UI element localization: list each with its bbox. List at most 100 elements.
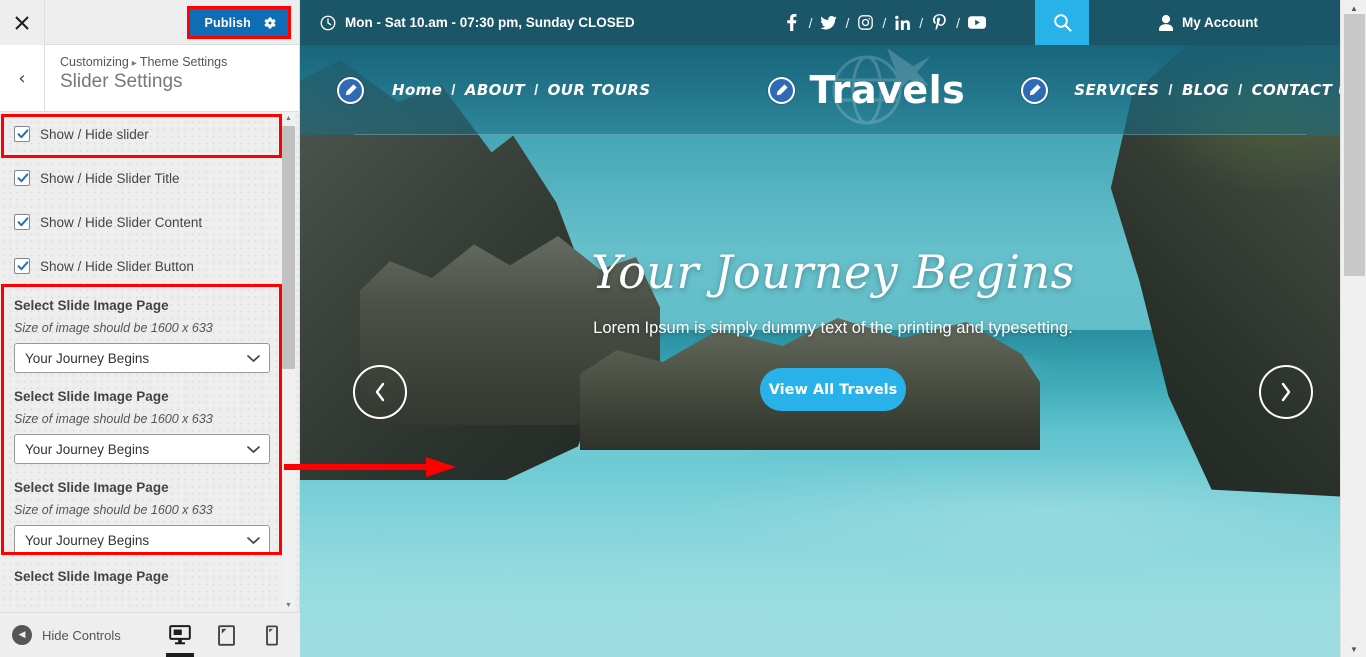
social-separator: / <box>882 14 887 31</box>
linkedin-icon[interactable] <box>892 15 913 30</box>
chevron-down-icon <box>247 442 260 457</box>
slider-prev-button[interactable] <box>353 365 407 419</box>
select-value: Your Journey Begins <box>25 350 150 366</box>
slide-image-page-select-1[interactable]: Your Journey Begins <box>14 343 270 373</box>
check-icon <box>17 261 29 271</box>
publish-button[interactable]: Publish <box>190 9 288 36</box>
publish-highlight-box: Publish <box>187 6 291 39</box>
slide-image-page-select-2[interactable]: Your Journey Begins <box>14 434 270 464</box>
slide-field-title: Select Slide Image Page <box>14 480 169 495</box>
close-icon <box>15 15 29 30</box>
customizer-titles: Customizing ▸ Theme Settings Slider Settin… <box>45 45 227 111</box>
search-button[interactable] <box>1035 0 1090 45</box>
nav-divider <box>354 134 1306 135</box>
checkbox-show-hide-slider-title[interactable] <box>14 170 30 186</box>
checkbox-row-show-hide-slider-title[interactable]: Show / Hide Slider Title <box>0 156 299 200</box>
chevron-right-icon <box>1281 382 1291 402</box>
search-icon <box>1053 14 1072 32</box>
preview-scrollbar[interactable]: ▲ ▼ <box>1340 0 1366 657</box>
hide-controls-button[interactable]: ◀ Hide Controls <box>0 625 121 645</box>
slide-field-title: Select Slide Image Page <box>14 389 169 404</box>
customizer-screen: Publish ‹ Customizing ▸ Theme Settings S… <box>0 0 1366 657</box>
hero-title: Your Journey Begins <box>591 245 1075 299</box>
breadcrumb-parent[interactable]: Theme Settings <box>140 55 228 69</box>
select-value: Your Journey Begins <box>25 532 150 548</box>
social-links: / / / / / <box>782 14 987 31</box>
slide-field-3: Select Slide Image Page Size of image sh… <box>0 470 299 561</box>
instagram-icon[interactable] <box>855 15 876 30</box>
breadcrumb-separator-icon: ▸ <box>131 58 137 69</box>
device-tablet-button[interactable] <box>212 613 240 657</box>
social-separator: / <box>845 14 850 31</box>
hero-content: Your Journey Begins Lorem Ipsum is simpl… <box>300 245 1366 411</box>
back-button[interactable]: ‹ <box>0 45 45 111</box>
scroll-up-arrow-icon[interactable]: ▲ <box>282 112 295 125</box>
customizer-panel: Publish ‹ Customizing ▸ Theme Settings S… <box>0 0 300 657</box>
customizer-controls-scroll[interactable]: Show / Hide slider Show / Hide Slider Ti… <box>0 112 299 612</box>
device-mobile-button[interactable] <box>258 613 286 657</box>
tablet-icon <box>217 624 235 646</box>
preview-scroll-down-arrow-icon[interactable]: ▼ <box>1341 641 1366 657</box>
edit-menu-right-icon[interactable] <box>1021 76 1049 104</box>
breadcrumb-root[interactable]: Customizing <box>60 55 129 69</box>
my-account-label: My Account <box>1182 15 1259 30</box>
slide-field-title: Select Slide Image Page <box>14 298 169 313</box>
page-title: Slider Settings <box>60 71 183 92</box>
pinterest-icon[interactable] <box>929 14 950 31</box>
select-value: Your Journey Begins <box>25 441 150 457</box>
hero-subtitle: Lorem Ipsum is simply dummy text of the … <box>593 319 1073 337</box>
nav-link-blog[interactable]: BLOG <box>1182 81 1229 99</box>
close-customizer-button[interactable] <box>0 0 45 45</box>
checkbox-label: Show / Hide Slider Title <box>40 170 180 186</box>
customizer-section-header: ‹ Customizing ▸ Theme Settings Slider Sett… <box>0 45 299 112</box>
nav-separator: / <box>534 81 539 99</box>
nav-separator: / <box>451 81 456 99</box>
nav-link-about[interactable]: ABOUT <box>465 81 525 99</box>
device-desktop-button[interactable] <box>166 613 194 657</box>
pencil-edit-icon <box>777 83 789 95</box>
nav-link-services[interactable]: SERVICES <box>1074 81 1159 99</box>
youtube-icon[interactable] <box>966 16 987 29</box>
business-hours-text: Mon - Sat 10.am - 07:30 pm, Sunday CLOSE… <box>345 15 635 30</box>
edit-logo-icon[interactable] <box>768 76 796 104</box>
site-topbar: Mon - Sat 10.am - 07:30 pm, Sunday CLOSE… <box>300 0 1366 45</box>
facebook-icon[interactable] <box>782 14 803 31</box>
nav-link-home[interactable]: Home <box>392 81 442 99</box>
chevron-down-icon <box>247 351 260 366</box>
slide-field-2: Select Slide Image Page Size of image sh… <box>0 379 299 470</box>
preview-scrollbar-thumb[interactable] <box>1344 14 1365 276</box>
edit-menu-left-icon[interactable] <box>337 76 364 104</box>
checkbox-row-show-hide-slider[interactable]: Show / Hide slider <box>0 112 299 156</box>
business-hours: Mon - Sat 10.am - 07:30 pm, Sunday CLOSE… <box>320 15 635 31</box>
social-separator: / <box>956 14 961 31</box>
customizer-scrollbar-thumb[interactable] <box>282 126 295 369</box>
slide-field-description: Size of image should be 1600 x 633 <box>14 321 213 335</box>
my-account-link[interactable]: My Account <box>1159 14 1259 31</box>
controls-list: Show / Hide slider Show / Hide Slider Ti… <box>0 112 299 584</box>
publish-button-label: Publish <box>204 15 251 30</box>
desktop-icon <box>169 625 191 645</box>
clock-icon <box>320 15 336 31</box>
view-all-travels-button[interactable]: View All Travels <box>760 368 906 411</box>
chevron-left-icon: ‹ <box>18 67 26 89</box>
nav-separator: / <box>1168 81 1173 99</box>
checkbox-show-hide-slider-content[interactable] <box>14 214 30 230</box>
gear-icon[interactable] <box>263 9 288 36</box>
twitter-icon[interactable] <box>818 15 839 30</box>
check-icon <box>17 129 29 139</box>
checkbox-show-hide-slider[interactable] <box>14 126 30 142</box>
site-logo[interactable]: Travels <box>809 48 966 125</box>
slide-image-page-select-3[interactable]: Your Journey Begins <box>14 525 270 555</box>
scroll-down-arrow-icon[interactable]: ▼ <box>282 599 295 612</box>
site-logo-text: Travels <box>809 68 966 112</box>
breadcrumb: Customizing ▸ Theme Settings <box>60 55 227 69</box>
checkbox-row-show-hide-slider-button[interactable]: Show / Hide Slider Button <box>0 244 299 288</box>
nav-link-our-tours[interactable]: OUR TOURS <box>548 81 651 99</box>
slide-field-1: Select Slide Image Page Size of image sh… <box>0 288 299 379</box>
site-navigation: Home / ABOUT / OUR TOURS Travels SERVICE… <box>300 45 1366 135</box>
checkbox-show-hide-slider-button[interactable] <box>14 258 30 274</box>
checkbox-row-show-hide-slider-content[interactable]: Show / Hide Slider Content <box>0 200 299 244</box>
slider-next-button[interactable] <box>1259 365 1313 419</box>
nav-links-right: SERVICES / BLOG / CONTACT US <box>1074 81 1361 99</box>
collapse-icon: ◀ <box>12 625 32 645</box>
